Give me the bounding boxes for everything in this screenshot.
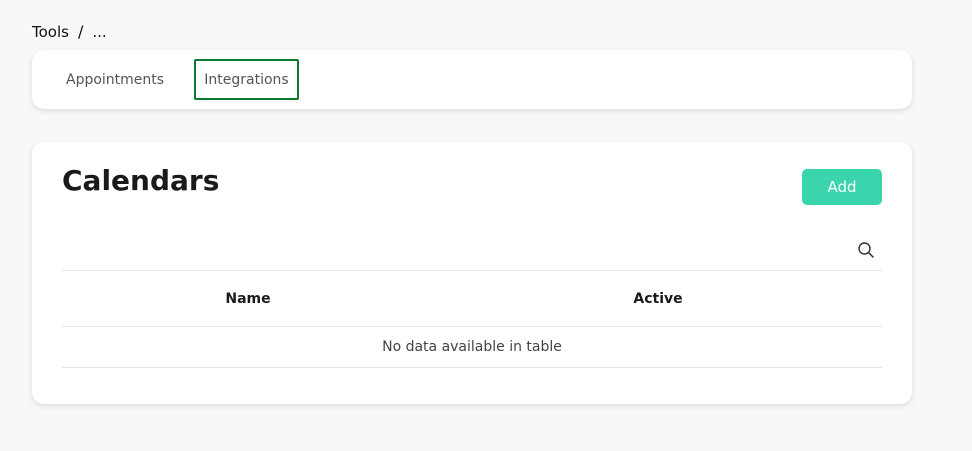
table-header-row: Name Active [62,270,882,327]
breadcrumb-separator: / [77,22,84,41]
breadcrumb-tools-link[interactable]: Tools [32,23,69,41]
breadcrumb: Tools / ... [32,22,107,41]
column-header-active[interactable]: Active [434,270,882,327]
page-title: Calendars [62,164,220,197]
tabs-bar: Appointments Integrations [32,50,912,109]
add-calendar-button[interactable]: Add [802,169,882,205]
tab-integrations[interactable]: Integrations [194,59,299,100]
breadcrumb-current: ... [92,22,107,41]
calendars-card: Calendars Add Name Active No data availa… [32,142,912,404]
column-header-name[interactable]: Name [62,270,434,327]
calendars-table: Name Active No data available in table [62,270,882,368]
empty-table-message: No data available in table [62,326,882,368]
tab-appointments[interactable]: Appointments [56,59,176,100]
table-row: No data available in table [62,326,882,368]
search-icon[interactable] [857,241,875,259]
